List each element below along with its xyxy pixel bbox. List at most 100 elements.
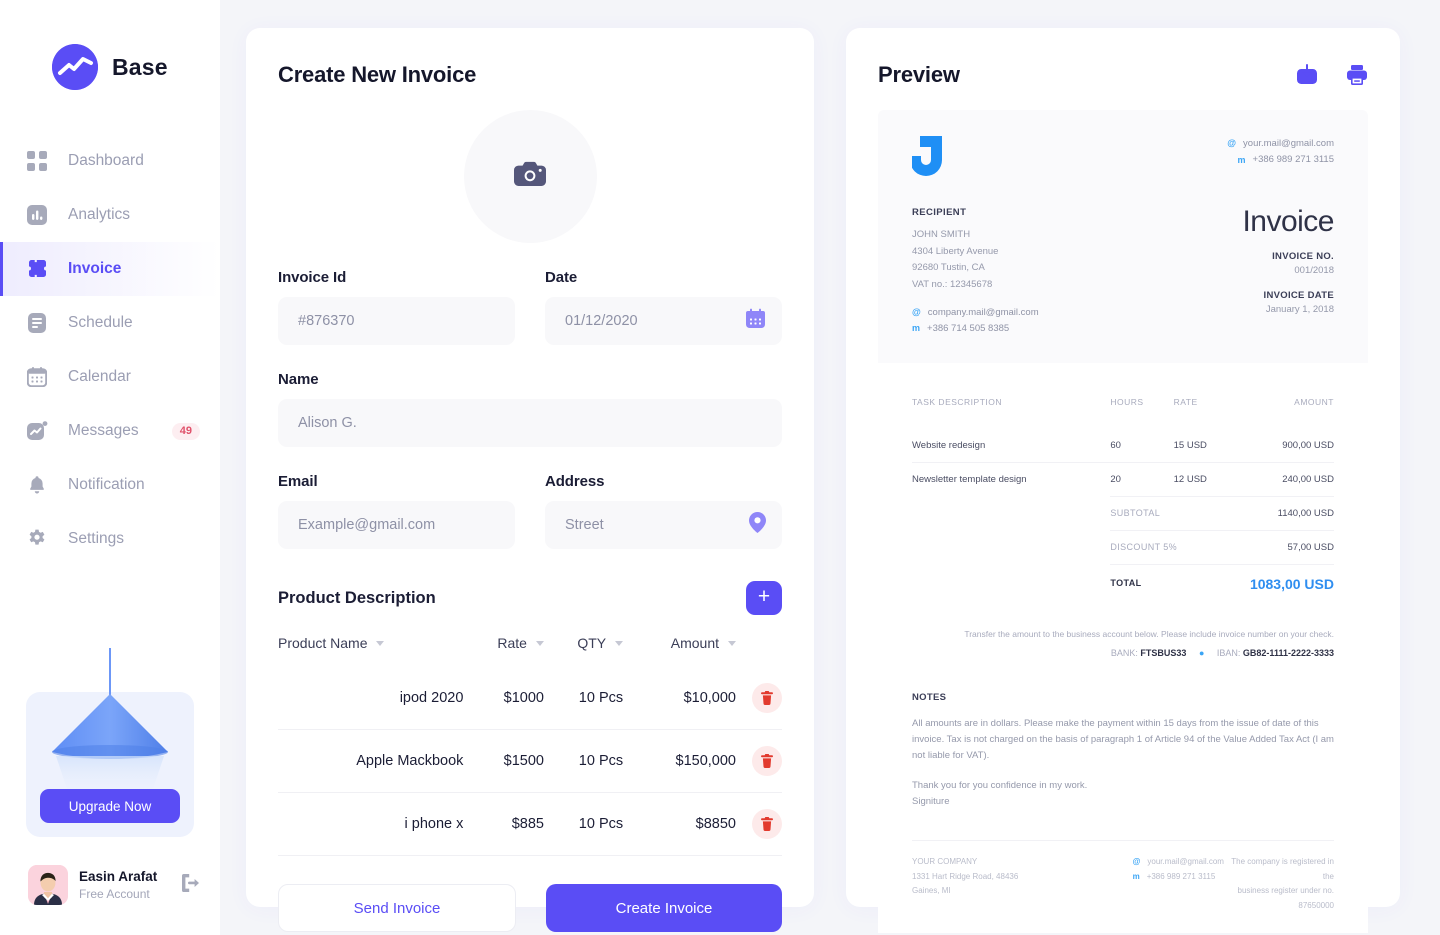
footer-registration: The company is registered in the busines… [1224, 855, 1334, 913]
chevron-down-icon [615, 640, 624, 646]
invoice-document: @ your.mail@gmail.com m +386 989 271 311… [878, 110, 1368, 934]
table-header-row: Product Name Rate QTY Amount [278, 629, 782, 667]
invoice-id-date-row: Invoice Id #876370 Date 01/12/2020 [278, 269, 782, 345]
grid-icon [26, 150, 48, 172]
brand: Base [0, 0, 220, 90]
sidebar-item-dashboard[interactable]: Dashboard [0, 134, 220, 188]
bar-chart-icon [26, 204, 48, 226]
name-input[interactable]: Alison G. [278, 399, 782, 447]
brand-name: Base [112, 53, 168, 80]
upgrade-now-button[interactable]: Upgrade Now [40, 789, 180, 823]
column-qty[interactable]: QTY [544, 629, 624, 667]
column-product-name[interactable]: Product Name [278, 629, 463, 667]
product-name-cell[interactable]: i phone x [278, 792, 464, 855]
calendar-icon [26, 366, 48, 388]
recipient-label: RECIPIENT [912, 207, 967, 218]
column-amount[interactable]: Amount [623, 629, 736, 667]
task-amount-cell: 240,00 USD [1245, 461, 1334, 497]
footer-email: your.mail@gmail.com [1147, 857, 1224, 867]
bank-label: BANK: [1110, 647, 1138, 658]
upgrade-card: Upgrade Now [26, 648, 194, 837]
send-invoice-button[interactable]: Send Invoice [278, 884, 516, 932]
invoice-id-label: Invoice Id [278, 269, 347, 286]
table-row: Website redesign 60 15 USD 900,00 USD [912, 429, 1334, 463]
column-rate[interactable]: Rate [463, 629, 544, 667]
date-input[interactable]: 01/12/2020 [545, 297, 782, 345]
sidebar-item-analytics[interactable]: Analytics [0, 188, 220, 242]
product-description-header: Product Description + [278, 581, 782, 615]
product-qty-cell: 10 Pcs [578, 690, 624, 706]
product-delete-cell [736, 792, 782, 855]
avatar [28, 865, 68, 905]
delete-row-button[interactable] [752, 746, 782, 776]
delete-row-button[interactable] [752, 809, 782, 839]
recipient-contact: @ company.mail@gmail.com m +386 714 505 … [912, 305, 1039, 337]
product-amount-cell: $150,000 [623, 729, 736, 793]
location-pin-icon[interactable] [749, 512, 766, 538]
sidebar-item-invoice[interactable]: Invoice [0, 242, 220, 296]
at-icon: @ [912, 306, 921, 317]
product-qty-cell: 10 Pcs [543, 729, 624, 793]
footer-email-line: @ your.mail@gmail.com [1133, 855, 1224, 869]
email-input[interactable]: Example@gmail.com [278, 501, 515, 549]
product-name-cell[interactable]: Apple Mackbook [278, 729, 464, 793]
sidebar-item-calendar[interactable]: Calendar 0 [0, 350, 220, 404]
at-icon: @ [1132, 857, 1141, 867]
create-invoice-button[interactable]: Create Invoice [546, 884, 782, 932]
name-label: Name [278, 371, 319, 388]
separator-dot-icon: ● [1198, 647, 1205, 658]
logout-icon[interactable] [180, 873, 200, 897]
mobile-icon: m [1132, 871, 1140, 881]
sidebar-item-messages[interactable]: Messages 49 [0, 404, 220, 458]
sidebar-item-settings[interactable]: Settings [0, 512, 220, 566]
task-hours-cell: 60 [1110, 439, 1121, 451]
invoice-id-input[interactable]: #876370 [278, 297, 515, 345]
column-task-description: TASK DESCRIPTION [912, 396, 1003, 407]
address-placeholder: Street [565, 517, 604, 533]
iban-label: IBAN: [1216, 647, 1241, 658]
name-field: Name Alison G. [278, 371, 782, 447]
address-field: Address Street [545, 473, 782, 549]
task-description-cell: Newsletter template design [912, 461, 1111, 497]
table-header-row: TASK DESCRIPTION HOURS RATE AMOUNT [912, 397, 1334, 429]
product-name-cell[interactable]: ipod 2020 [278, 667, 464, 730]
sidebar-item-label: Calendar [68, 368, 131, 385]
summary-row: DISCOUNT 5% 57,00 USD [912, 529, 1334, 565]
invoice-date-label: INVOICE DATE [1263, 290, 1334, 301]
letter-j-logo-icon [910, 136, 942, 176]
calendar-icon[interactable] [745, 308, 766, 334]
column-rate: RATE [1173, 396, 1198, 407]
product-rate-cell: $885 [463, 792, 544, 855]
discount-value: 57,00 USD [1287, 541, 1334, 553]
add-product-button[interactable]: + [746, 581, 782, 615]
mobile-icon: m [912, 323, 921, 334]
print-icon[interactable] [1346, 64, 1368, 86]
recipient-line: 92680 Tustin, CA [912, 262, 985, 274]
sidebar-item-schedule[interactable]: Schedule [0, 296, 220, 350]
delete-row-button[interactable] [752, 683, 782, 713]
image-upload-button[interactable] [463, 110, 597, 243]
sidebar-item-label: Notification [68, 476, 145, 493]
profile-name: Easin Arafat [79, 868, 158, 884]
transfer-note: Transfer the amount to the business acco… [964, 628, 1334, 639]
address-input[interactable]: Street [545, 501, 782, 549]
recipient-meta-row: RECIPIENT JOHN SMITH 4304 Liberty Avenue… [912, 207, 1334, 337]
preview-actions [1296, 64, 1368, 86]
sidebar-item-notification[interactable]: Notification [0, 458, 220, 512]
sender-email: your.mail@gmail.com [1243, 138, 1334, 149]
invoice-no-value: 001/2018 [1294, 265, 1334, 276]
ticket-icon [26, 258, 48, 280]
email-address-row: Email Example@gmail.com Address Street [278, 473, 782, 549]
footer-phone: +386 989 271 3115 [1146, 871, 1216, 881]
products-table-head: Product Name Rate QTY Amount [278, 629, 782, 667]
sender-phone: +386 989 271 3115 [1252, 154, 1334, 166]
sidebar: Base Dashboard Analytics Invoice Schedul… [0, 0, 220, 935]
product-amount-cell: $8850 [623, 792, 736, 855]
messages-badge: 49 [171, 422, 200, 440]
user-profile[interactable]: Easin Arafat Free Account [28, 865, 220, 905]
sidebar-item-label: Analytics [68, 206, 131, 223]
download-icon[interactable] [1296, 64, 1318, 86]
footer-registration-line: The company is registered in the [1231, 857, 1334, 881]
tasks-table-head: TASK DESCRIPTION HOURS RATE AMOUNT [912, 397, 1334, 429]
footer-contact: @ your.mail@gmail.com m +386 989 271 311… [1133, 855, 1224, 913]
